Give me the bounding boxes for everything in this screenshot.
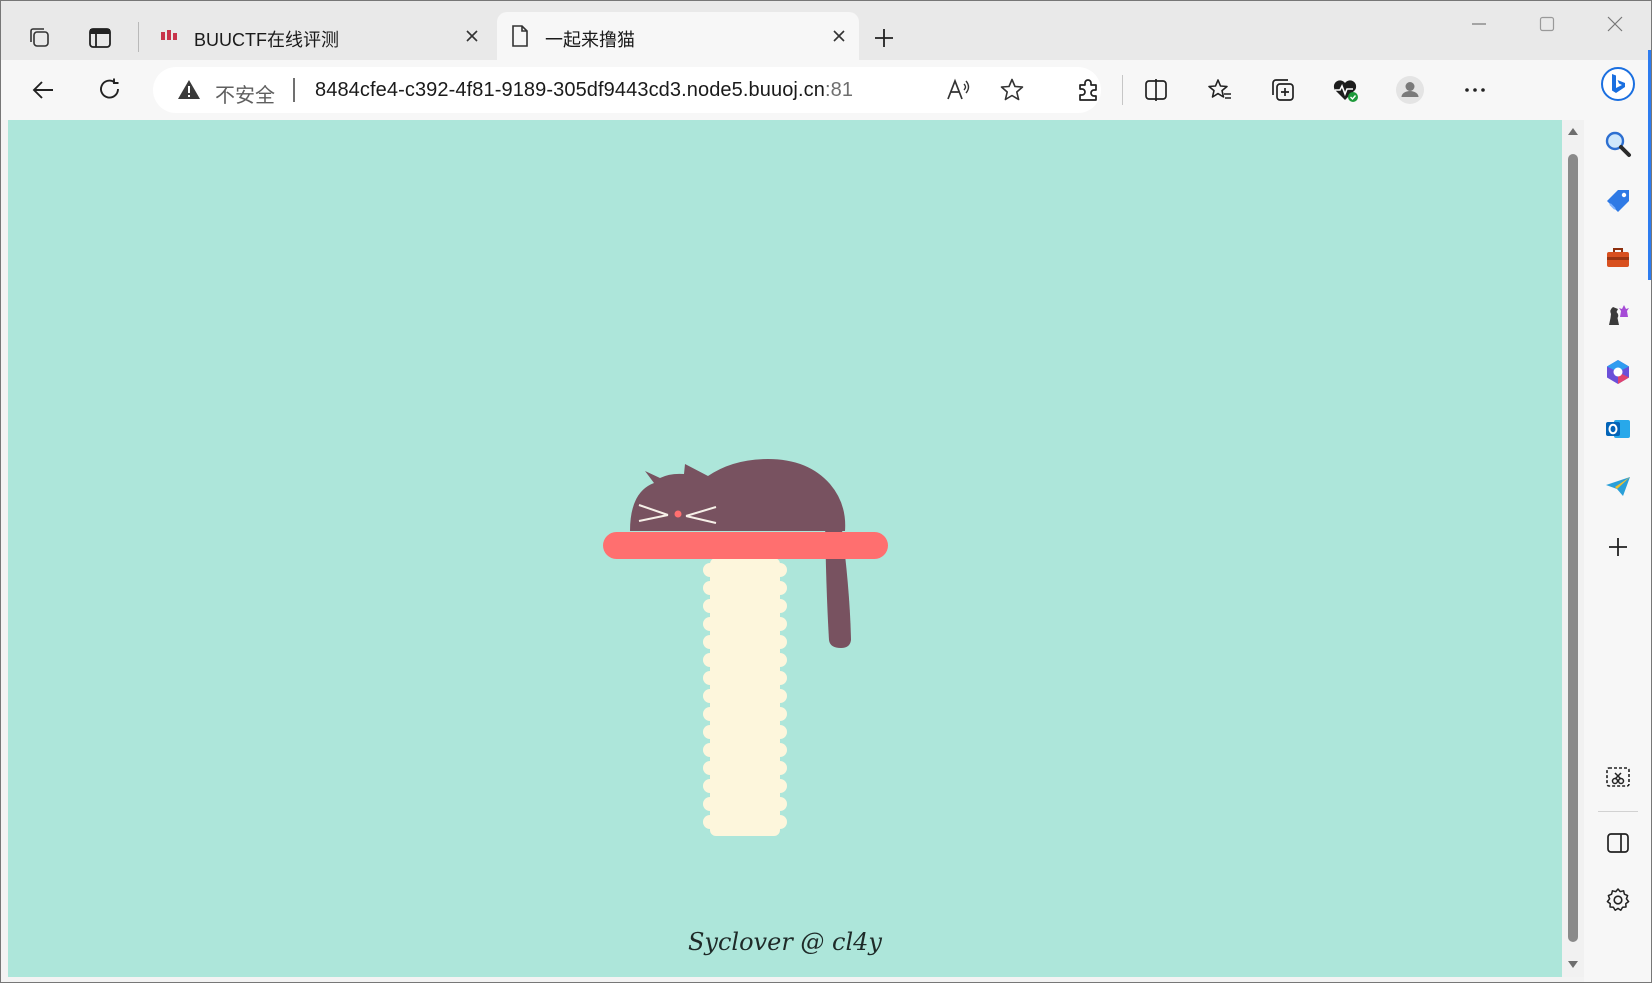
browser-window: BUUCTF在线评测 一起来撸猫 不安全 8484cfe4-c392-4f81-… xyxy=(0,0,1652,983)
sidebar-search-button[interactable] xyxy=(1598,124,1638,164)
split-screen-icon xyxy=(1145,79,1167,101)
outlook-icon xyxy=(1606,420,1630,438)
cat-scene xyxy=(603,459,888,836)
url-port: :81 xyxy=(824,79,854,101)
tab-strip: BUUCTF在线评测 一起来撸猫 xyxy=(0,0,1652,60)
back-button[interactable] xyxy=(24,70,64,110)
vertical-tabs-icon[interactable] xyxy=(80,18,120,58)
sidebar-hide-button[interactable] xyxy=(1598,823,1638,863)
security-label[interactable]: 不安全 xyxy=(215,79,275,108)
puzzle-icon xyxy=(1079,79,1097,101)
sidebar-screenshot-button[interactable] xyxy=(1598,758,1638,798)
microsoft365-icon xyxy=(1607,360,1629,384)
scroll-up-icon[interactable] xyxy=(1566,124,1580,138)
read-aloud-icon[interactable] xyxy=(943,75,973,105)
sidebar-shopping-button[interactable] xyxy=(1598,181,1638,221)
telegram-icon xyxy=(1606,477,1630,496)
more-button[interactable] xyxy=(1455,70,1495,110)
more-icon xyxy=(1465,88,1485,92)
sidebar-games-button[interactable] xyxy=(1598,295,1638,335)
toolbar-separator xyxy=(1122,75,1123,105)
warning-icon xyxy=(178,80,200,99)
copilot-button[interactable] xyxy=(1598,64,1638,104)
sidebar-outlook-button[interactable] xyxy=(1598,409,1638,449)
maximize-button[interactable] xyxy=(1518,6,1576,42)
tab-title: 一起来撸猫 xyxy=(545,30,635,50)
search-icon xyxy=(1605,131,1631,157)
bing-copilot-icon xyxy=(1601,67,1635,101)
sidebar-divider xyxy=(1598,811,1638,812)
page-footer: Syclover @ cl4y xyxy=(687,928,882,956)
new-tab-button[interactable] xyxy=(864,18,904,58)
tab-title: BUUCTF在线评测 xyxy=(194,30,339,50)
maximize-icon xyxy=(1539,16,1555,32)
sidebar-tools-button[interactable] xyxy=(1598,238,1638,278)
settings-icon xyxy=(1606,888,1630,911)
star-icon[interactable] xyxy=(997,75,1027,105)
minimize-button[interactable] xyxy=(1450,6,1508,42)
favorites-icon xyxy=(1208,79,1231,99)
add-icon xyxy=(1609,538,1627,556)
scratching-post xyxy=(703,558,787,836)
close-icon xyxy=(1607,16,1623,32)
sidebar-accent-bar xyxy=(1648,50,1652,280)
add-icon xyxy=(875,29,893,47)
url-text[interactable]: 8484cfe4-c392-4f81-9189-305df9443cd3.nod… xyxy=(315,79,853,102)
sidebar-m365-button[interactable] xyxy=(1598,352,1638,392)
address-bar[interactable]: 不安全 8484cfe4-c392-4f81-9189-305df9443cd3… xyxy=(153,67,1101,113)
workspaces-icon[interactable] xyxy=(20,18,60,58)
shelf xyxy=(603,532,888,559)
back-arrow-icon xyxy=(32,81,53,99)
favorites-button[interactable] xyxy=(1200,70,1240,110)
profile-button[interactable] xyxy=(1390,70,1430,110)
sidebar-settings-button[interactable] xyxy=(1598,880,1638,920)
performance-button[interactable] xyxy=(1325,70,1365,110)
sidebar-telegram-button[interactable] xyxy=(1598,466,1638,506)
page-content: Syclover @ cl4y xyxy=(8,120,1562,977)
tab-cat[interactable]: 一起来撸猫 xyxy=(497,12,859,60)
page-icon xyxy=(509,25,531,47)
heart-pulse-icon xyxy=(1333,80,1358,102)
tab-buuctf[interactable]: BUUCTF在线评测 xyxy=(146,12,492,60)
screenshot-icon xyxy=(1606,767,1630,787)
sidebar-add-button[interactable] xyxy=(1598,527,1638,567)
minimize-icon xyxy=(1472,23,1486,25)
games-chess-icon xyxy=(1609,305,1629,325)
buuctf-favicon-icon xyxy=(158,25,180,47)
vertical-scrollbar[interactable] xyxy=(1562,120,1584,977)
refresh-button[interactable] xyxy=(90,70,130,110)
sidebar-toggle-icon xyxy=(1607,833,1629,853)
close-icon[interactable] xyxy=(827,24,851,48)
close-icon[interactable] xyxy=(460,24,484,48)
shopping-tag-icon xyxy=(1607,190,1629,212)
collections-button[interactable] xyxy=(1263,70,1303,110)
split-screen-button[interactable] xyxy=(1136,70,1176,110)
toolbar: 不安全 8484cfe4-c392-4f81-9189-305df9443cd3… xyxy=(0,60,1652,120)
extensions-button[interactable] xyxy=(1068,70,1108,110)
scroll-thumb[interactable] xyxy=(1568,154,1578,942)
close-window-button[interactable] xyxy=(1586,6,1644,42)
profile-icon xyxy=(1396,76,1424,104)
refresh-icon xyxy=(100,78,119,99)
url-host: 8484cfe4-c392-4f81-9189-305df9443cd3.nod… xyxy=(315,79,825,101)
address-separator xyxy=(293,78,295,102)
tools-briefcase-icon xyxy=(1607,248,1629,267)
scroll-down-icon[interactable] xyxy=(1566,958,1580,972)
collections-icon xyxy=(1272,79,1294,101)
tab-separator xyxy=(138,22,139,52)
edge-sidebar xyxy=(1584,60,1652,983)
